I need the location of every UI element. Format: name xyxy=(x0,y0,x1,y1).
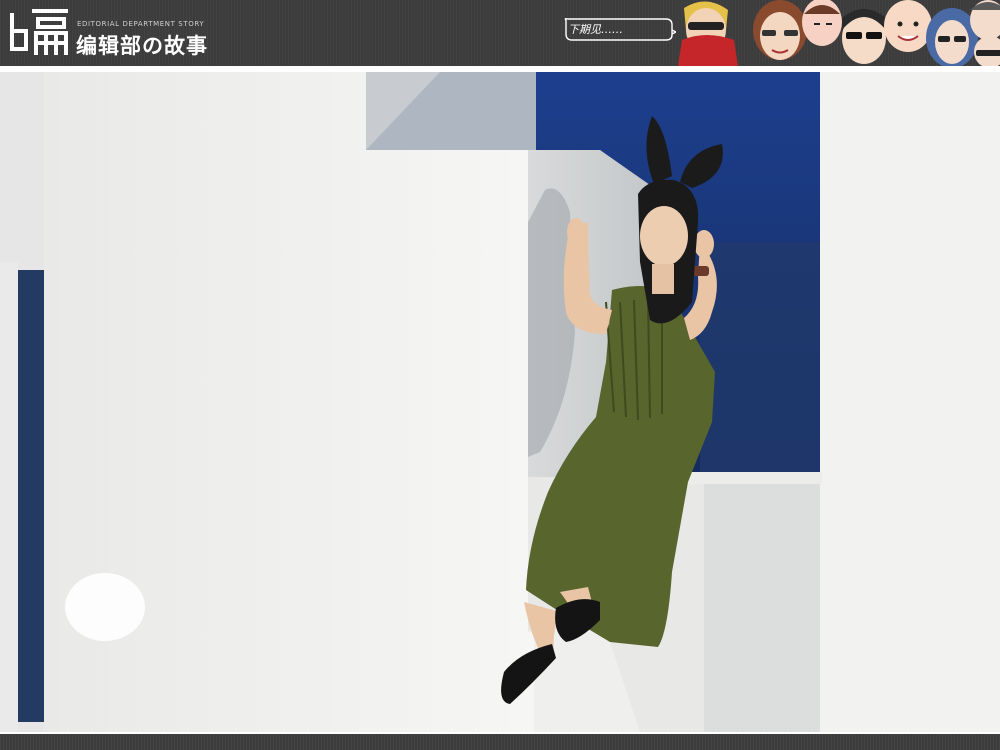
cartoon-faces-icon xyxy=(678,0,1000,66)
logo-title: 编辑部の故事 xyxy=(76,34,208,58)
sandal-right xyxy=(555,599,600,642)
face xyxy=(640,206,688,266)
right-white-wall xyxy=(820,72,1000,732)
logo-subtitle: EDITORIAL DEPARTMENT STORY xyxy=(77,20,205,28)
header-bar: EDITORIAL DEPARTMENT STORY 编辑部の故事 下期见…… xyxy=(0,0,1000,66)
speech-bubble-text: 下期见…… xyxy=(568,23,623,36)
wall-light-spot xyxy=(65,573,145,641)
logo-glyph-icon xyxy=(10,9,68,55)
main-photo xyxy=(0,72,1000,732)
footer-bar xyxy=(0,734,1000,750)
